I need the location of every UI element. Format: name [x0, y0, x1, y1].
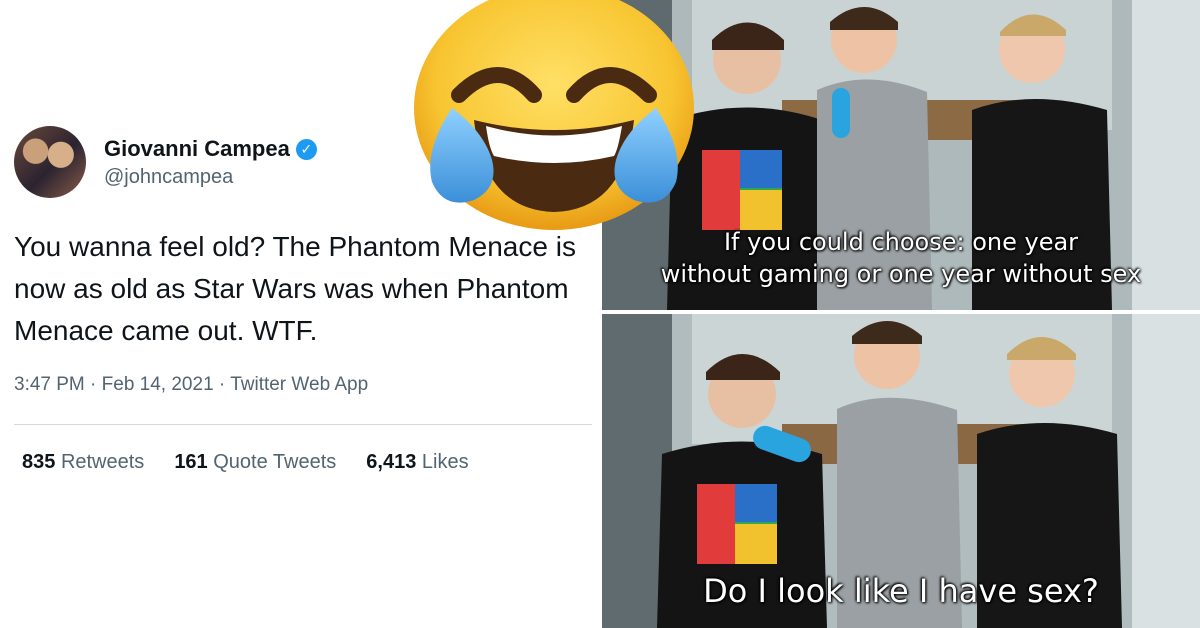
- divider: [14, 424, 592, 425]
- tweet-text: You wanna feel old? The Phantom Menace i…: [14, 231, 576, 346]
- tweet-time[interactable]: 3:47 PM: [14, 374, 85, 395]
- quote-tweets-count: 161: [174, 451, 208, 473]
- handle[interactable]: @johncampea: [104, 166, 233, 189]
- quote-tweets-label: Quote Tweets: [213, 451, 337, 473]
- tweet-date[interactable]: Feb 14, 2021: [102, 374, 214, 395]
- retweets-label: Retweets: [60, 451, 145, 473]
- display-name[interactable]: Giovanni Campea: [104, 136, 290, 162]
- author-row: Giovanni Campea ✓: [104, 136, 317, 162]
- subtitle-top: If you could choose: one year without ga…: [602, 226, 1200, 290]
- subtitle-bottom: Do I look like I have sex?: [703, 572, 1099, 610]
- engagement-stats: 835 Retweets 161 Quote Tweets 6,413 Like…: [22, 451, 469, 474]
- tweet-source[interactable]: Twitter Web App: [230, 374, 368, 395]
- avatar[interactable]: [14, 126, 86, 198]
- likes-stat[interactable]: 6,413 Likes: [366, 451, 468, 474]
- likes-label: Likes: [421, 451, 469, 473]
- meta-separator: ·: [218, 374, 226, 395]
- retweets-stat[interactable]: 835 Retweets: [22, 451, 144, 474]
- face-with-tears-of-joy-icon: [414, 0, 694, 230]
- tweet-meta: 3:47 PM · Feb 14, 2021 · Twitter Web App: [14, 374, 368, 396]
- verified-badge-icon: ✓: [295, 138, 317, 160]
- meta-separator: ·: [90, 374, 97, 395]
- retweets-count: 835: [22, 451, 56, 473]
- likes-count: 6,413: [366, 451, 417, 473]
- subtitle-top-line2: without gaming or one year without sex: [660, 260, 1142, 288]
- quote-tweets-stat[interactable]: 161 Quote Tweets: [174, 451, 336, 474]
- subtitle-top-line1: If you could choose: one year: [723, 228, 1079, 256]
